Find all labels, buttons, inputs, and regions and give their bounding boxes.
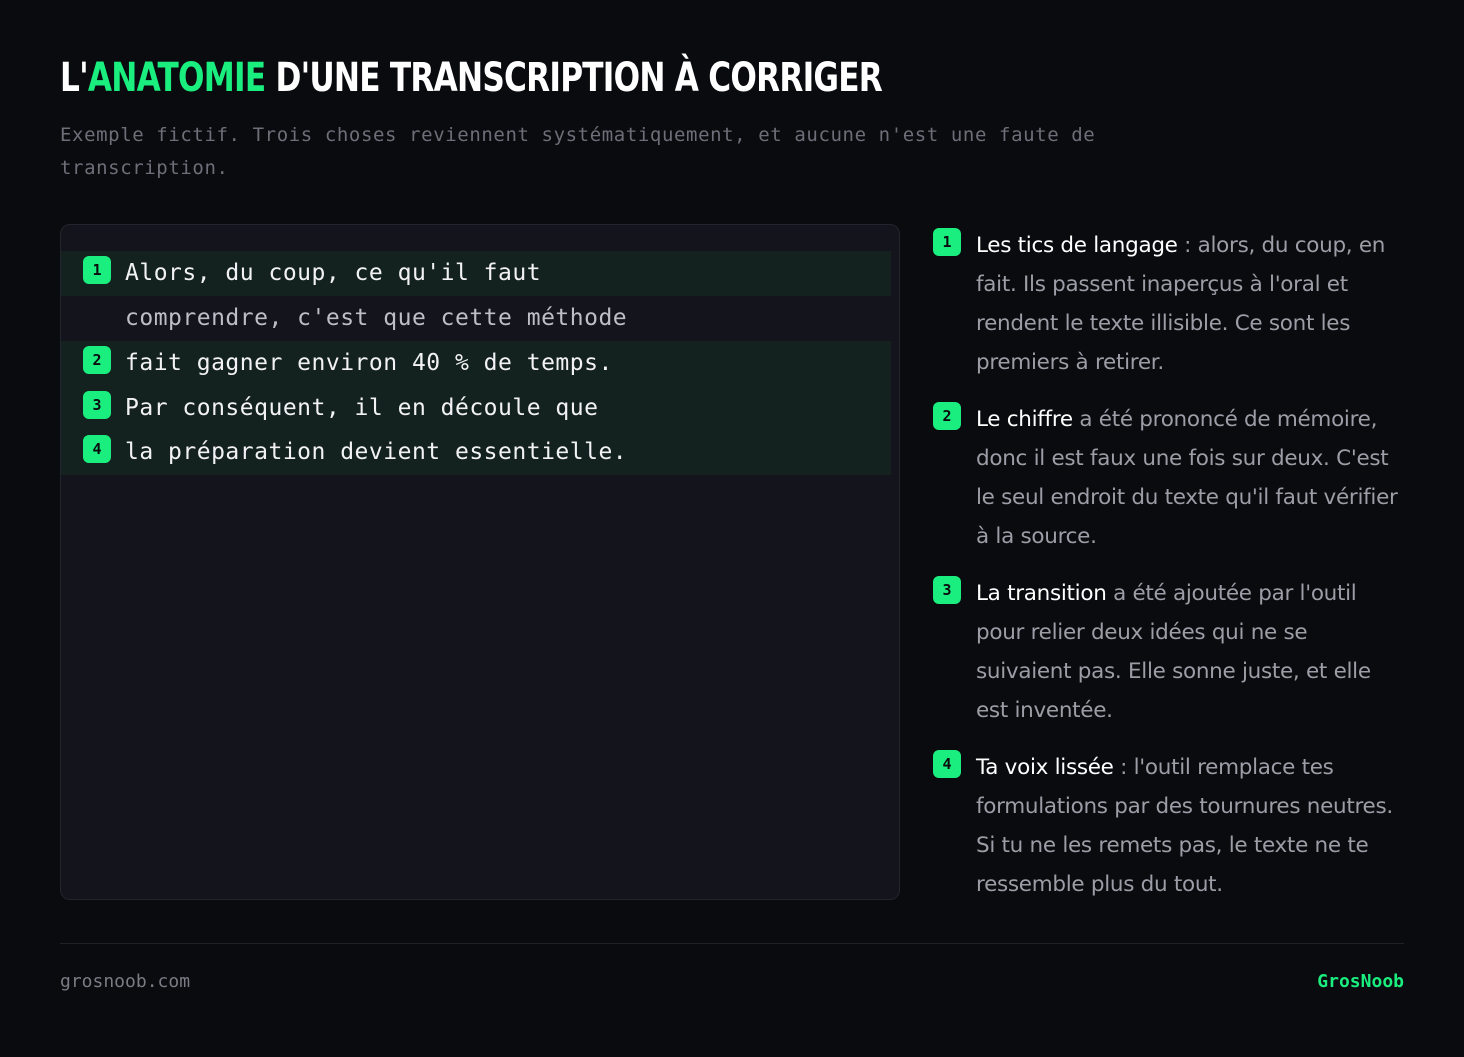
annotation-text: Le chiffre a été prononcé de mémoire, do… xyxy=(976,400,1408,556)
marker-badge-4: 4 xyxy=(83,435,111,463)
annotation-item-2: 2 Le chiffre a été prononcé de mémoire, … xyxy=(933,400,1408,556)
transcript-line-text: Alors, du coup, ce qu'il faut xyxy=(125,260,542,286)
annotation-text: Les tics de langage : alors, du coup, en… xyxy=(976,226,1408,382)
transcript-line-1: 1 Alors, du coup, ce qu'il faut xyxy=(61,251,891,296)
marker-badge-2: 2 xyxy=(83,346,111,374)
transcript-subline: 3 Par conséquent, il en découle que xyxy=(61,386,891,431)
annotation-item-1: 1 Les tics de langage : alors, du coup, … xyxy=(933,226,1408,382)
footer-divider xyxy=(60,943,1404,944)
annotation-item-3: 3 La transition a été ajoutée par l'outi… xyxy=(933,574,1408,730)
transcript-line-text: Par conséquent, il en découle que xyxy=(125,395,599,421)
transcript-line-3: 2 fait gagner environ 40 % de temps. 3 P… xyxy=(61,341,891,475)
annotation-text: La transition a été ajoutée par l'outil … xyxy=(976,574,1408,730)
title-prefix: L' xyxy=(60,55,89,101)
annotation-badge-1: 1 xyxy=(933,228,961,256)
page-subtitle: Exemple fictif. Trois choses reviennent … xyxy=(60,124,1096,179)
transcript-line-text: fait gagner environ 40 % de temps. xyxy=(125,350,613,376)
annotation-heading: Ta voix lissée xyxy=(976,755,1114,780)
annotation-heading: Les tics de langage xyxy=(976,233,1178,258)
annotation-badge-3: 3 xyxy=(933,576,961,604)
title-suffix: D'UNE TRANSCRIPTION À CORRIGER xyxy=(265,55,883,101)
footer-site-url[interactable]: grosnoob.com xyxy=(60,970,190,994)
transcript-subline: 4 la préparation devient essentielle. xyxy=(61,430,891,475)
title-accent-word: ANATOMIE xyxy=(87,55,266,101)
transcript-panel: 1 Alors, du coup, ce qu'il faut comprend… xyxy=(60,224,900,900)
transcript-line-text: la préparation devient essentielle. xyxy=(125,439,628,465)
marker-badge-3: 3 xyxy=(83,391,111,419)
transcript-line-2: comprendre, c'est que cette méthode xyxy=(61,296,891,341)
annotation-badge-4: 4 xyxy=(933,750,961,778)
transcript-line-text: comprendre, c'est que cette méthode xyxy=(125,305,628,331)
annotation-heading: La transition xyxy=(976,581,1107,606)
transcript-subline: 2 fait gagner environ 40 % de temps. xyxy=(61,341,891,386)
footer-brand-logo: GrosNoob xyxy=(1317,971,1404,992)
annotation-item-4: 4 Ta voix lissée : l'outil remplace tes … xyxy=(933,748,1408,904)
annotation-heading: Le chiffre xyxy=(976,407,1073,432)
annotation-text: Ta voix lissée : l'outil remplace tes fo… xyxy=(976,748,1408,904)
marker-badge-1: 1 xyxy=(83,256,111,284)
page-title: L'ANATOMIE D'UNE TRANSCRIPTION À CORRIGE… xyxy=(60,52,883,104)
annotation-badge-2: 2 xyxy=(933,402,961,430)
